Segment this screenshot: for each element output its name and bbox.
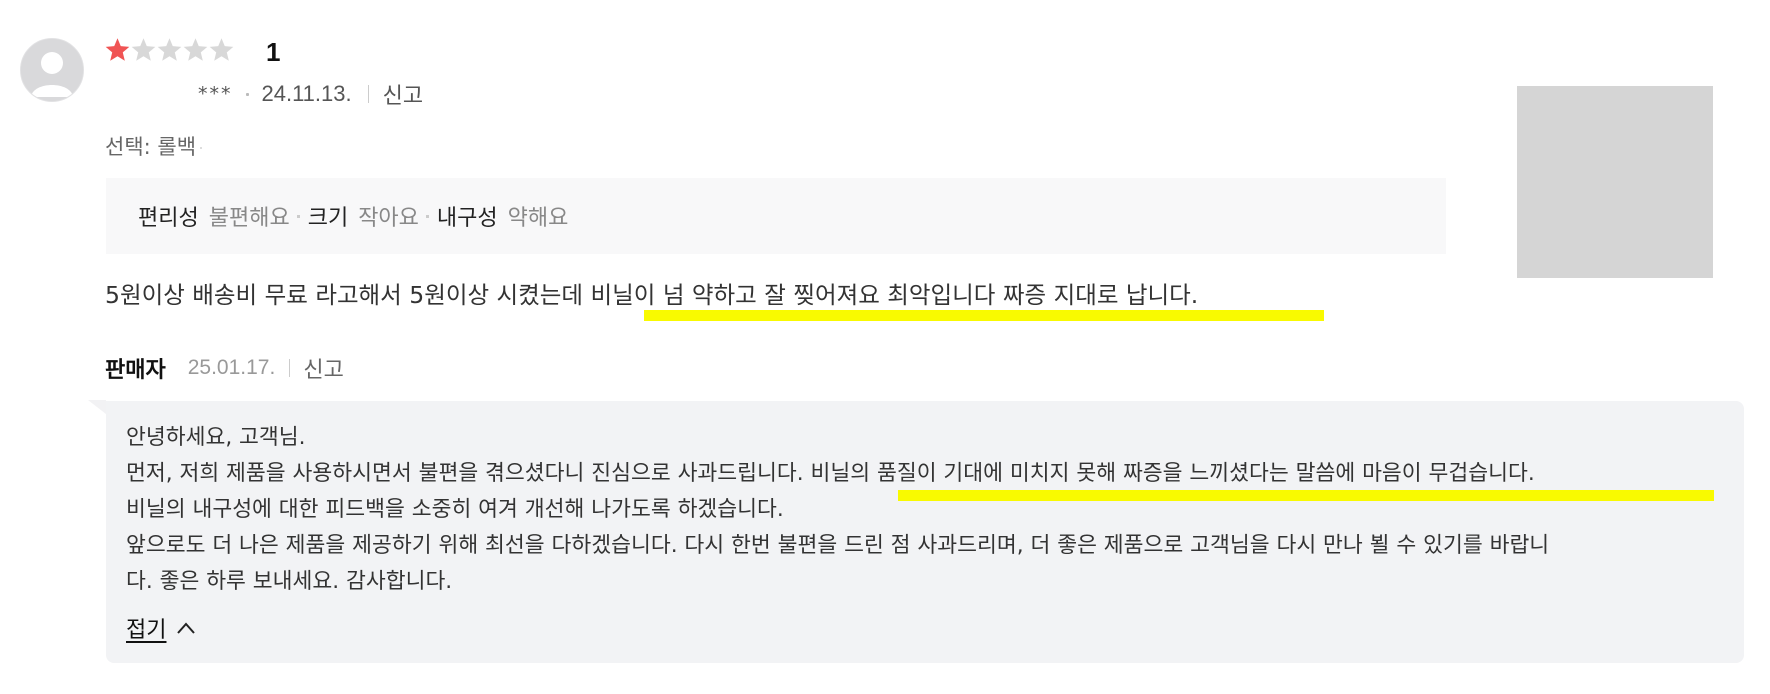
review-text-part1: 5원이상 배송비 무료 라고해서 5원이상 시켰는데 (105, 281, 591, 309)
evaluation-summary: 편리성 불편해요 크기 작아요 내구성 약해요 (106, 178, 1446, 254)
seller-report-link[interactable]: 신고 (303, 352, 343, 384)
seller-reply-text: 안녕하세요, 고객님. 먼저, 저희 제품을 사용하시면서 불편을 겪으셨다니 … (126, 420, 1726, 600)
fold-label: 접기 (126, 618, 167, 643)
review-body: 5원이상 배송비 무료 라고해서 5원이상 시켰는데 비닐이 넘 약하고 잘 찢… (105, 276, 1198, 310)
eval-key-durability: 내구성 (436, 206, 498, 231)
reply-line: 비닐의 내구성에 대한 피드백을 소중히 여겨 개선해 나가도록 하겠습니다. (126, 497, 784, 522)
review-meta: *** 24.11.13. 신고 (198, 78, 423, 110)
seller-header: 판매자 25.01.17. 신고 (105, 352, 344, 384)
author-name: *** (198, 83, 233, 105)
star-icon (157, 38, 182, 61)
review-photo-thumbnail[interactable] (1517, 86, 1713, 278)
eval-key-size: 크기 (307, 206, 349, 231)
report-link[interactable]: 신고 (383, 78, 423, 110)
eval-value-convenience: 불편해요 (208, 206, 290, 231)
eval-divider (425, 214, 429, 218)
seller-reply-date: 25.01.17. (187, 356, 276, 379)
star-icon (105, 38, 130, 61)
reply-line: 안녕하세요, 고객님. (126, 425, 306, 450)
reply-bubble-tail (88, 400, 106, 414)
seller-divider (289, 359, 291, 377)
reply-line: 앞으로도 더 나은 제품을 제공하기 위해 최선을 다하겠습니다. 다시 한번 … (126, 533, 1550, 558)
avatar (20, 38, 84, 102)
star-icon (209, 38, 234, 61)
selection-text: 선택: 롤백 (105, 135, 197, 159)
star-icon (131, 38, 156, 61)
star-rating (104, 36, 234, 64)
selection-dot (200, 147, 203, 149)
review-date: 24.11.13. (261, 81, 352, 106)
rating-value: 1 (266, 37, 281, 67)
reply-line: 다. 좋은 하루 보내세요. 감사합니다. (126, 569, 453, 594)
review-highlight (644, 310, 1324, 321)
fold-button[interactable]: 접기 (126, 612, 196, 644)
eval-value-durability: 약해요 (507, 206, 569, 231)
eval-key-convenience: 편리성 (138, 206, 199, 231)
meta-dot-divider (245, 92, 249, 96)
seller-name: 판매자 (105, 358, 166, 383)
option-selection: 선택: 롤백 (105, 131, 203, 161)
star-icon (183, 38, 208, 61)
eval-value-size: 작아요 (358, 206, 419, 231)
reply-line: 먼저, 저희 제품을 사용하시면서 불편을 겪으셨다니 진심으로 사과드립니다.… (126, 461, 1535, 486)
meta-divider (367, 85, 369, 103)
chevron-up-icon (177, 622, 196, 634)
eval-divider (296, 214, 300, 218)
avatar-placeholder-icon (21, 39, 83, 101)
review-text-part2: 비닐이 넘 약하고 잘 찢어져요 최악입니다 짜증 지대로 납니다. (590, 281, 1199, 309)
